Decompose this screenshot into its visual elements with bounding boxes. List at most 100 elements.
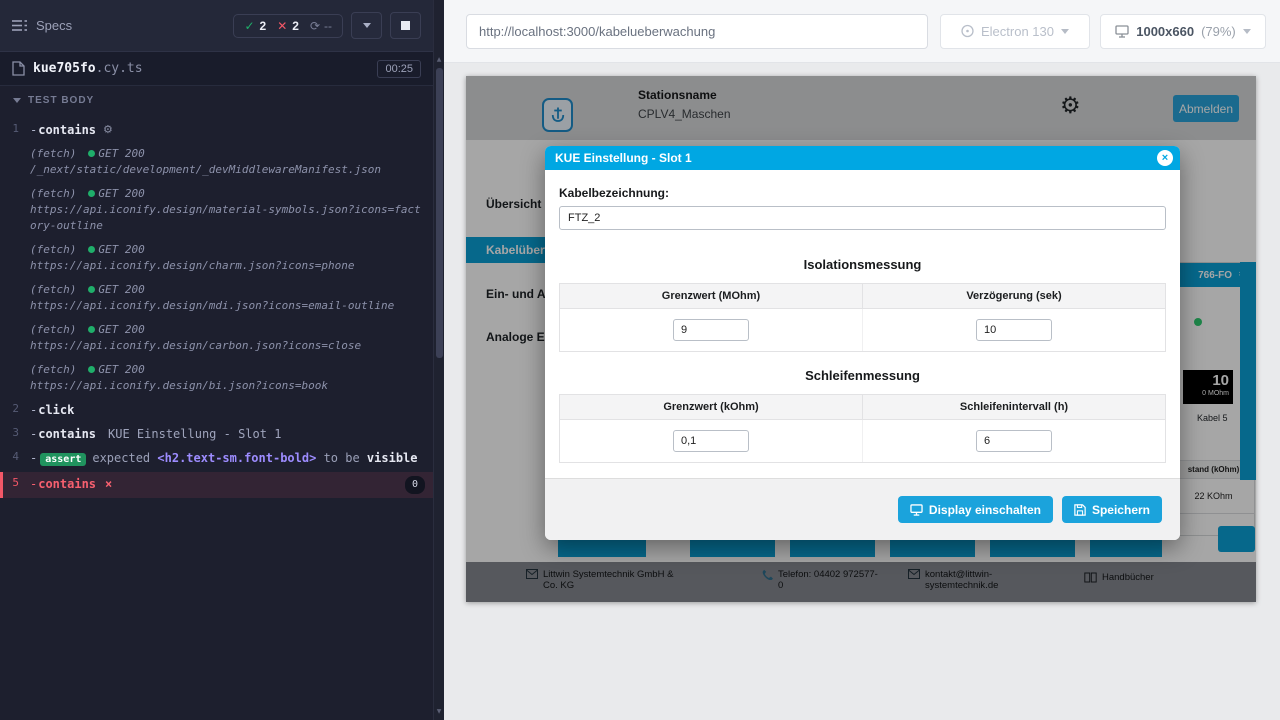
stop-run-button[interactable]	[390, 12, 421, 39]
check-icon: ✓	[244, 19, 254, 33]
specs-menu-button[interactable]: Specs	[12, 18, 72, 33]
iso-delay-input[interactable]	[976, 319, 1052, 341]
status-ok-dot	[88, 190, 95, 197]
command-assert[interactable]: 4-assertexpected <h2.text-sm.font-bold> …	[0, 446, 433, 472]
line-number: 4	[0, 450, 30, 468]
line-number	[0, 322, 30, 354]
cable-label: Kabelbezeichnung:	[559, 186, 1166, 200]
scrollbar-thumb[interactable]	[436, 68, 443, 358]
log-fetch-entry[interactable]: (fetch)GET 200https://api.iconify.design…	[0, 238, 433, 278]
command-contains[interactable]: 3-containsKUE Einstellung - Slot 1	[0, 422, 433, 446]
assert-element: <h2.text-sm.font-bold>	[157, 451, 316, 465]
assert-badge: assert	[40, 453, 86, 466]
spec-timer: 00:25	[377, 60, 421, 78]
viewport-label: 1000x660	[1136, 24, 1194, 39]
status-ok-dot	[88, 326, 95, 333]
command-text: -containsKUE Einstellung - Slot 1	[30, 426, 433, 442]
fetch-log: (fetch)GET 200https://api.iconify.design…	[30, 186, 433, 234]
line-number: 5	[3, 476, 30, 494]
status-ok-dot	[88, 366, 95, 373]
browser-select[interactable]: Electron 130	[940, 14, 1090, 49]
monitor-icon	[1115, 25, 1129, 38]
log-fetch-entry[interactable]: (fetch)GET 200/_next/static/development/…	[0, 142, 433, 182]
reporter-scrollbar[interactable]: ▲ ▼	[433, 0, 444, 720]
command-text: -contains×0	[30, 476, 433, 494]
app-under-test: Stationsname CPLV4_Maschen ⚙ Abmelden Üb…	[466, 76, 1256, 602]
modal-footer: Display einschalten Speichern	[545, 478, 1180, 540]
line-number: 1	[0, 122, 30, 138]
fetch-log: (fetch)GET 200https://api.iconify.design…	[30, 282, 433, 314]
stat-failed: ✕2	[277, 19, 299, 33]
request-url: https://api.iconify.design/carbon.json?i…	[30, 338, 425, 354]
isolation-section-title: Isolationsmessung	[559, 257, 1166, 272]
command-click[interactable]: 2-click	[0, 398, 433, 422]
runner-pane: Electron 130 1000x660 (79%) Stationsname…	[444, 0, 1280, 720]
loop-col2-header: Schleifenintervall (h)	[862, 395, 1165, 419]
request-url: https://api.iconify.design/mdi.json?icon…	[30, 298, 425, 314]
test-body-label: TEST BODY	[28, 95, 94, 106]
line-number	[0, 146, 30, 178]
display-on-button[interactable]: Display einschalten	[898, 496, 1053, 523]
spec-name: kue705fo.cy.ts	[33, 61, 143, 76]
status-ok-dot	[88, 286, 95, 293]
chevron-down-icon	[13, 98, 21, 103]
save-floppy-icon	[1074, 504, 1086, 516]
command-message: KUE Einstellung - Slot 1	[108, 426, 281, 442]
iso-limit-input[interactable]	[673, 319, 749, 341]
stat-pending: ⟳--	[310, 19, 332, 33]
stop-icon	[401, 21, 410, 30]
line-number	[0, 186, 30, 234]
runner-topbar: Electron 130 1000x660 (79%)	[444, 0, 1280, 63]
line-number: 3	[0, 426, 30, 442]
cypress-reporter: Specs ✓2 ✕2 ⟳-- kue705fo.cy.ts 00:25 TES…	[0, 0, 433, 720]
assert-message: -assertexpected <h2.text-sm.font-bold> t…	[30, 450, 433, 468]
browser-label: Electron 130	[981, 24, 1054, 39]
fetch-log: (fetch)GET 200/_next/static/development/…	[30, 146, 433, 178]
fetch-log: (fetch)GET 200https://api.iconify.design…	[30, 322, 433, 354]
spec-file-icon	[12, 61, 25, 76]
command-contains[interactable]: 5-contains×0	[0, 472, 433, 498]
fetch-log: (fetch)GET 200https://api.iconify.design…	[30, 242, 433, 274]
isolation-table: Grenzwert (MOhm) Verzögerung (sek)	[559, 283, 1166, 352]
viewport-scale: (79%)	[1201, 24, 1236, 39]
test-body-toggle[interactable]: TEST BODY	[0, 86, 433, 114]
specs-list-icon	[12, 19, 27, 32]
http-status: GET 200	[98, 283, 144, 296]
loop-interval-input[interactable]	[976, 430, 1052, 452]
attempt-count-badge: 0	[405, 476, 425, 494]
log-fetch-entry[interactable]: (fetch)GET 200https://api.iconify.design…	[0, 318, 433, 358]
test-stats[interactable]: ✓2 ✕2 ⟳--	[233, 14, 343, 38]
log-fetch-entry[interactable]: (fetch)GET 200https://api.iconify.design…	[0, 278, 433, 318]
collapse-all-button[interactable]	[351, 12, 382, 39]
specs-label: Specs	[36, 18, 72, 33]
monitor-icon	[910, 504, 923, 516]
fetch-log: (fetch)GET 200https://api.iconify.design…	[30, 362, 433, 394]
iso-col1-header: Grenzwert (MOhm)	[560, 284, 862, 308]
http-status: GET 200	[98, 147, 144, 160]
refresh-icon: ⟳	[310, 19, 320, 33]
http-status: GET 200	[98, 323, 144, 336]
line-number	[0, 282, 30, 314]
reporter-header: Specs ✓2 ✕2 ⟳--	[0, 0, 433, 52]
loop-limit-input[interactable]	[673, 430, 749, 452]
log-fetch-entry[interactable]: (fetch)GET 200https://api.iconify.design…	[0, 182, 433, 238]
scroll-up-arrow[interactable]: ▲	[434, 56, 444, 64]
command-log: 1-contains⚙ (fetch)GET 200/_next/static/d…	[0, 114, 433, 720]
cable-name-input[interactable]	[559, 206, 1166, 230]
http-status: GET 200	[98, 187, 144, 200]
url-input[interactable]	[466, 14, 928, 49]
line-number: 2	[0, 402, 30, 418]
log-fetch-entry[interactable]: (fetch)GET 200https://api.iconify.design…	[0, 358, 433, 398]
spec-file-row[interactable]: kue705fo.cy.ts 00:25	[0, 52, 433, 86]
kue-settings-modal: KUE Einstellung - Slot 1 × Kabelbezeichn…	[545, 146, 1180, 540]
request-url: https://api.iconify.design/bi.json?icons…	[30, 378, 425, 394]
chevron-down-icon	[363, 23, 371, 28]
scroll-down-arrow[interactable]: ▼	[434, 708, 444, 716]
modal-body: Kabelbezeichnung: Isolationsmessung Gren…	[545, 170, 1180, 478]
save-button[interactable]: Speichern	[1062, 496, 1162, 523]
command-contains[interactable]: 1-contains⚙	[0, 118, 433, 142]
viewport-select[interactable]: 1000x660 (79%)	[1100, 14, 1266, 49]
http-status: GET 200	[98, 243, 144, 256]
command-name: contains	[38, 426, 96, 442]
close-icon[interactable]: ×	[1157, 150, 1173, 166]
